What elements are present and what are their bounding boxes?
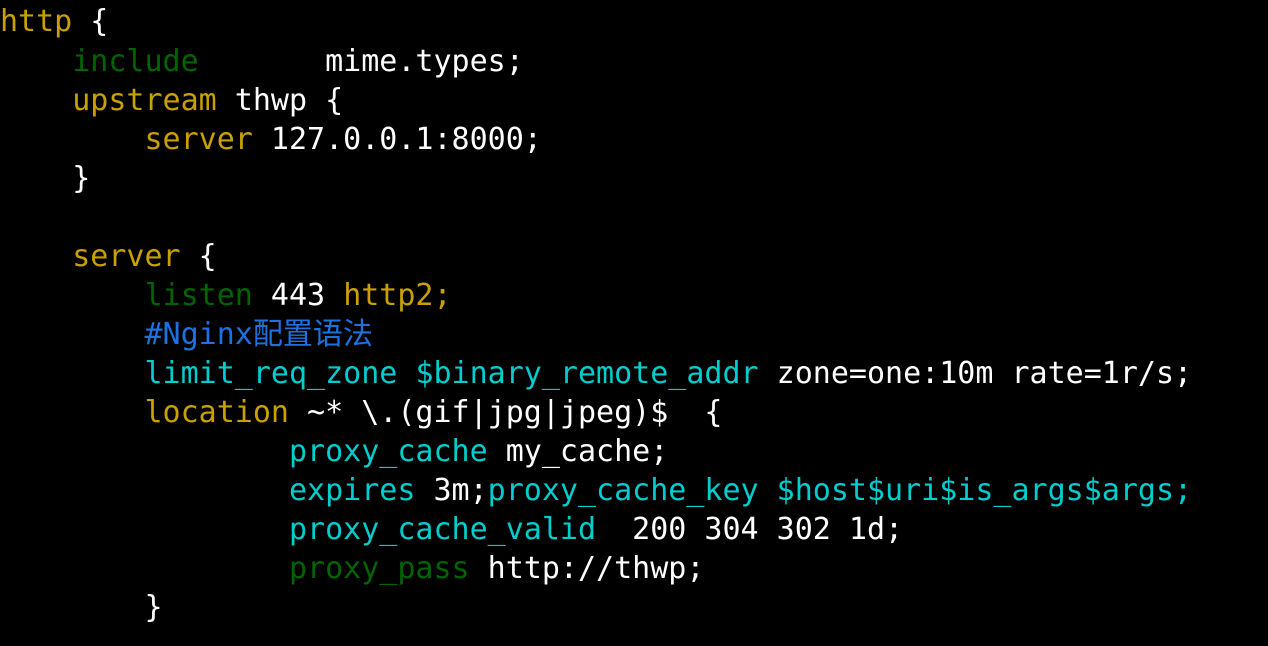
code-line[interactable]: }	[0, 159, 1268, 198]
code-token: zone=one:10m rate=1r/s;	[758, 356, 1193, 391]
code-line[interactable]: proxy_cache my_cache;	[0, 432, 1268, 471]
code-token: listen	[144, 278, 253, 313]
code-line[interactable]	[0, 198, 1268, 237]
code-line[interactable]: #Nginx配置语法	[0, 315, 1268, 354]
code-token: proxy_cache_key	[487, 473, 759, 508]
code-token: ~* \.(gif|jpg|jpeg)$ {	[289, 395, 723, 430]
code-token: proxy_cache_valid	[288, 512, 597, 547]
code-token: expires	[288, 473, 416, 508]
code-line[interactable]: location ~* \.(gif|jpg|jpeg)$ {	[0, 393, 1268, 432]
code-token: limit_req_zone	[144, 356, 398, 391]
code-token: mime.types;	[198, 44, 524, 79]
code-token: {	[72, 4, 109, 39]
code-line[interactable]: proxy_cache_valid 200 304 302 1d;	[0, 510, 1268, 549]
code-token: include	[72, 44, 199, 79]
code-token: }	[0, 161, 91, 196]
code-token: http2;	[343, 278, 452, 313]
code-token: 200 304 302 1d;	[596, 512, 904, 547]
code-token: http	[0, 4, 73, 39]
code-editor-viewport[interactable]: http { include mime.types; upstream thwp…	[0, 0, 1268, 646]
code-line[interactable]: }	[0, 588, 1268, 627]
code-line[interactable]: include mime.types;	[0, 42, 1268, 81]
code-token: location	[144, 395, 290, 430]
code-lines-container: http { include mime.types; upstream thwp…	[0, 0, 1268, 627]
code-token: {	[180, 239, 217, 274]
code-token: upstream	[72, 83, 217, 118]
code-line[interactable]: upstream thwp {	[0, 81, 1268, 120]
code-token: server	[72, 239, 181, 274]
code-line[interactable]: listen 443 http2;	[0, 276, 1268, 315]
code-token: 443	[252, 278, 344, 313]
code-token: thwp {	[216, 83, 344, 118]
code-token: proxy_pass	[288, 551, 470, 586]
code-token: $host$uri$is_args$args;	[776, 473, 1193, 508]
code-token: 3m;	[415, 473, 488, 508]
code-token: }	[0, 590, 163, 625]
code-token: my_cache;	[487, 434, 669, 469]
code-token: #Nginx配置语法	[144, 317, 373, 352]
code-token: server	[144, 122, 253, 157]
code-token: proxy_cache	[288, 434, 488, 469]
code-line[interactable]: http {	[0, 0, 1268, 42]
code-line[interactable]: proxy_pass http://thwp;	[0, 549, 1268, 588]
code-line[interactable]: expires 3m;proxy_cache_key $host$uri$is_…	[0, 471, 1268, 510]
code-line[interactable]: limit_req_zone $binary_remote_addr zone=…	[0, 354, 1268, 393]
code-line[interactable]: server 127.0.0.1:8000;	[0, 120, 1268, 159]
code-token: $binary_remote_addr	[415, 356, 759, 391]
code-token: 127.0.0.1:8000;	[252, 122, 542, 157]
code-token: http://thwp;	[469, 551, 705, 586]
code-line[interactable]: server {	[0, 237, 1268, 276]
